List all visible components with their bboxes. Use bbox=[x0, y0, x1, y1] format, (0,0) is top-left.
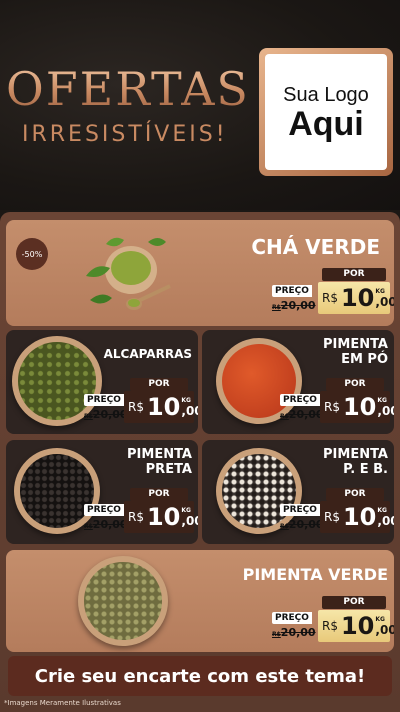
price-label: PREÇO bbox=[84, 504, 124, 516]
price-label: PREÇO bbox=[272, 285, 312, 297]
product-name: PIMENTA VERDE bbox=[242, 565, 388, 584]
price-integer: 10 bbox=[146, 503, 181, 531]
old-price: R$20,00 bbox=[84, 408, 128, 421]
name-line2: PRETA bbox=[145, 461, 192, 477]
price-label: PREÇO bbox=[272, 612, 312, 624]
disclaimer: *Imagens Meramente Ilustrativas bbox=[4, 699, 121, 707]
unit: KG bbox=[377, 396, 387, 404]
price-integer: 10 bbox=[342, 393, 377, 421]
old-price-value: 20,00 bbox=[288, 518, 324, 531]
product-card-pimenta-peb[interactable]: PIMENTA P. E B. POR PREÇO R$20,00 R$ 10 … bbox=[202, 440, 394, 544]
logo-line1: Sua Logo bbox=[283, 83, 369, 106]
price-integer: 10 bbox=[340, 284, 375, 312]
old-price-value: 20,00 bbox=[280, 299, 316, 312]
currency: R$ bbox=[324, 400, 340, 414]
por-label: POR bbox=[130, 488, 188, 501]
green-tea-image bbox=[86, 237, 171, 310]
por-label: POR bbox=[130, 378, 188, 391]
old-currency: R$ bbox=[280, 523, 289, 530]
discount-badge: -50% bbox=[16, 238, 48, 270]
price-decimal: ,00 bbox=[377, 403, 394, 418]
old-price-value: 20,00 bbox=[288, 408, 324, 421]
old-price: R$20,00 bbox=[280, 518, 324, 531]
por-label: POR bbox=[322, 596, 386, 609]
product-card-pimenta-preta[interactable]: PIMENTA PRETA POR PREÇO R$20,00 R$ 10 KG… bbox=[6, 440, 198, 544]
product-card-featured[interactable]: -50% CHÁ VERDE POR PREÇO R$20,00 R$ 10 K… bbox=[6, 220, 394, 326]
unit: KG bbox=[377, 506, 387, 514]
product-card-pimenta-em-po[interactable]: PIMENTA EM PÓ POR PREÇO R$20,00 R$ 10 KG… bbox=[202, 330, 394, 434]
por-label: POR bbox=[326, 488, 384, 501]
price-label: PREÇO bbox=[280, 394, 320, 406]
product-name: PIMENTA P. E B. bbox=[323, 447, 388, 478]
product-card-alcaparras[interactable]: ALCAPARRAS POR PREÇO R$20,00 R$ 10 KG,00 bbox=[6, 330, 198, 434]
product-name: PIMENTA EM PÓ bbox=[323, 337, 388, 368]
new-price: R$ 10 KG,00 bbox=[318, 610, 394, 642]
new-price: R$ 10 KG,00 bbox=[124, 501, 198, 533]
old-currency: R$ bbox=[84, 523, 93, 530]
name-line1: PIMENTA bbox=[323, 337, 388, 352]
new-price: R$ 10 KG,00 bbox=[318, 282, 394, 314]
product-name: ALCAPARRAS bbox=[103, 347, 192, 362]
old-price: R$20,00 bbox=[272, 299, 316, 312]
old-price-value: 20,00 bbox=[92, 408, 128, 421]
currency: R$ bbox=[324, 510, 340, 524]
name-line2: P. E B. bbox=[343, 461, 388, 477]
price-label: PREÇO bbox=[84, 394, 124, 406]
offer-title: OFERTAS bbox=[6, 62, 250, 116]
logo-inner: Sua Logo Aqui bbox=[265, 54, 387, 170]
unit: KG bbox=[181, 506, 191, 514]
new-price: R$ 10 KG,00 bbox=[320, 391, 394, 423]
green-pepper-image bbox=[78, 556, 168, 646]
por-label: POR bbox=[326, 378, 384, 391]
name-line1: PIMENTA bbox=[323, 447, 388, 462]
price-decimal: ,00 bbox=[181, 513, 198, 528]
new-price: R$ 10 KG,00 bbox=[124, 391, 198, 423]
old-price: R$20,00 bbox=[84, 518, 128, 531]
name-line1: ALCAPARRAS bbox=[103, 347, 192, 361]
por-label: POR bbox=[322, 268, 386, 281]
price-integer: 10 bbox=[342, 503, 377, 531]
price-decimal: ,00 bbox=[181, 403, 198, 418]
unit: KG bbox=[375, 287, 385, 295]
offer-subtitle: IRRESISTÍVEIS! bbox=[22, 122, 228, 147]
price-decimal: ,00 bbox=[375, 294, 394, 309]
old-price: R$20,00 bbox=[272, 626, 316, 639]
currency: R$ bbox=[128, 510, 144, 524]
price-label: PREÇO bbox=[280, 504, 320, 516]
unit: KG bbox=[375, 615, 385, 623]
name-line2: EM PÓ bbox=[341, 351, 388, 367]
price-integer: 10 bbox=[340, 612, 375, 640]
cta-banner[interactable]: Crie seu encarte com este tema! bbox=[8, 656, 392, 696]
old-currency: R$ bbox=[84, 413, 93, 420]
product-card-pimenta-verde[interactable]: PIMENTA VERDE POR PREÇO R$20,00 R$ 10 KG… bbox=[6, 550, 394, 652]
old-price-value: 20,00 bbox=[92, 518, 128, 531]
price-integer: 10 bbox=[146, 393, 181, 421]
currency: R$ bbox=[128, 400, 144, 414]
logo-placeholder[interactable]: Sua Logo Aqui bbox=[259, 48, 393, 176]
currency: R$ bbox=[322, 291, 338, 305]
old-price: R$20,00 bbox=[280, 408, 324, 421]
unit: KG bbox=[181, 396, 191, 404]
old-currency: R$ bbox=[280, 413, 289, 420]
product-name: PIMENTA PRETA bbox=[127, 447, 192, 478]
old-currency: R$ bbox=[272, 304, 281, 311]
price-decimal: ,00 bbox=[377, 513, 394, 528]
old-price-value: 20,00 bbox=[280, 626, 316, 639]
name-line1: PIMENTA bbox=[127, 447, 192, 462]
old-currency: R$ bbox=[272, 631, 281, 638]
product-name: CHÁ VERDE bbox=[251, 235, 380, 259]
hero-banner: OFERTAS IRRESISTÍVEIS! Sua Logo Aqui bbox=[0, 0, 400, 210]
currency: R$ bbox=[322, 619, 338, 633]
price-decimal: ,00 bbox=[375, 622, 394, 637]
new-price: R$ 10 KG,00 bbox=[320, 501, 394, 533]
logo-line2: Aqui bbox=[288, 104, 364, 143]
